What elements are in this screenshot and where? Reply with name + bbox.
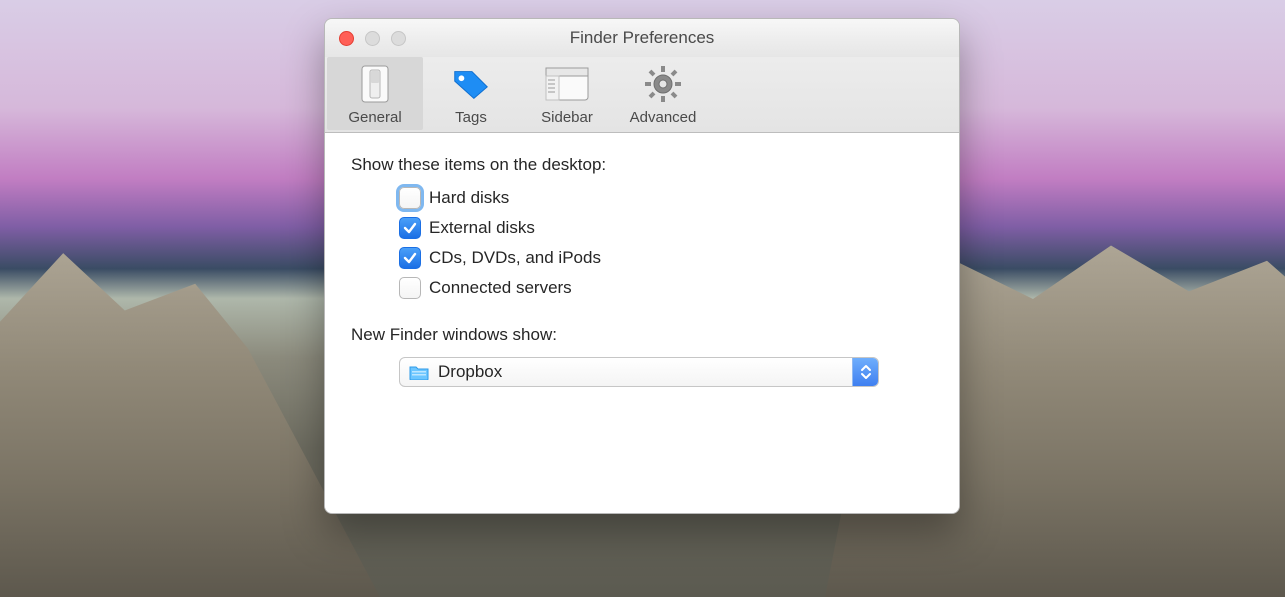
checkbox-label-hard-disks: Hard disks	[429, 188, 509, 208]
checkbox-external-disks[interactable]	[399, 217, 421, 239]
window-title: Finder Preferences	[325, 28, 959, 48]
titlebar[interactable]: Finder Preferences	[325, 19, 959, 57]
close-button[interactable]	[339, 31, 354, 46]
tab-general[interactable]: General	[327, 57, 423, 130]
general-pane: Show these items on the desktop: Hard di…	[325, 133, 959, 513]
desktop-items-checklist: Hard disks External disks CDs, DVDs, and…	[399, 187, 933, 299]
new-finder-window-select[interactable]: Dropbox	[399, 357, 879, 387]
tab-sidebar-label: Sidebar	[541, 109, 593, 130]
preferences-toolbar: General Tags	[325, 57, 959, 133]
checkbox-connected-servers[interactable]	[399, 277, 421, 299]
checkbox-label-external-disks: External disks	[429, 218, 535, 238]
checkbox-row-external-disks[interactable]: External disks	[399, 217, 933, 239]
maximize-button[interactable]	[391, 31, 406, 46]
new-window-heading: New Finder windows show:	[351, 325, 933, 345]
desktop-items-heading: Show these items on the desktop:	[351, 155, 933, 175]
tab-advanced[interactable]: Advanced	[615, 57, 711, 130]
wallpaper-mountain-left	[0, 215, 380, 597]
finder-preferences-window: Finder Preferences General	[324, 18, 960, 514]
tab-general-label: General	[348, 109, 401, 130]
minimize-button[interactable]	[365, 31, 380, 46]
switch-icon	[353, 63, 397, 105]
tab-tags-label: Tags	[455, 109, 487, 130]
desktop-wallpaper: Finder Preferences General	[0, 0, 1285, 597]
checkbox-row-connected-servers[interactable]: Connected servers	[399, 277, 933, 299]
tab-sidebar[interactable]: Sidebar	[519, 57, 615, 130]
traffic-lights	[339, 31, 406, 46]
gear-icon	[641, 63, 685, 105]
checkbox-row-cds-dvds-ipods[interactable]: CDs, DVDs, and iPods	[399, 247, 933, 269]
tab-tags[interactable]: Tags	[423, 57, 519, 130]
checkbox-label-cds-dvds-ipods: CDs, DVDs, and iPods	[429, 248, 601, 268]
new-finder-window-value: Dropbox	[438, 362, 852, 382]
tab-advanced-label: Advanced	[630, 109, 697, 130]
sidebar-icon	[545, 63, 589, 105]
checkbox-cds-dvds-ipods[interactable]	[399, 247, 421, 269]
folder-icon	[408, 363, 430, 381]
checkbox-hard-disks[interactable]	[399, 187, 421, 209]
checkbox-label-connected-servers: Connected servers	[429, 278, 572, 298]
checkbox-row-hard-disks[interactable]: Hard disks	[399, 187, 933, 209]
select-arrows-icon	[852, 358, 878, 386]
tag-icon	[449, 63, 493, 105]
